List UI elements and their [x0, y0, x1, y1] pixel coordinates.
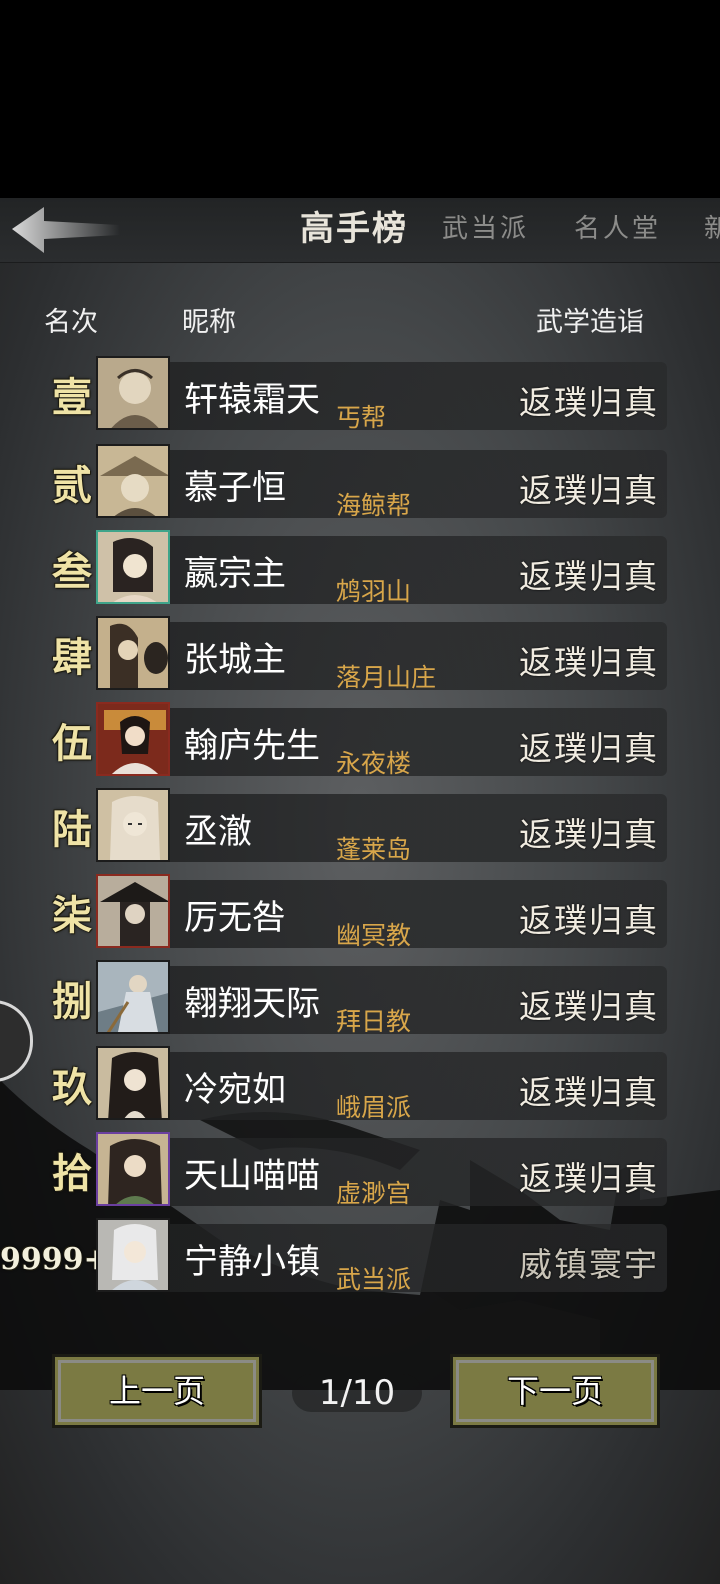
- martial-level: 返璞归真: [519, 471, 659, 510]
- player-name: 轩辕霜天: [184, 380, 320, 420]
- player-name: 慕子恒: [184, 468, 286, 508]
- player-name: 嬴宗主: [184, 554, 286, 594]
- player-sect: 丐帮: [336, 403, 387, 432]
- ranking-row[interactable]: 柒 厉无咎 幽冥教 返璞归真: [44, 874, 667, 950]
- rank-number: 陆: [52, 806, 92, 853]
- player-avatar[interactable]: [96, 874, 170, 948]
- rank-number: 捌: [52, 978, 92, 1025]
- rank-number: 玖: [52, 1064, 92, 1111]
- self-avatar[interactable]: [96, 1218, 170, 1292]
- player-sect: 落月山庄: [336, 663, 437, 692]
- rank-number: 伍: [52, 720, 92, 767]
- player-sect: 拜日教: [336, 1007, 412, 1036]
- prev-page-button[interactable]: 上一页: [52, 1354, 262, 1428]
- player-name: 冷宛如: [184, 1070, 286, 1110]
- ranking-row[interactable]: 肆 张城主 落月山庄 返璞归真: [44, 616, 667, 692]
- player-avatar[interactable]: [96, 616, 170, 690]
- player-name: 张城主: [184, 640, 286, 680]
- rank-number: 柒: [52, 892, 92, 939]
- tab-hall-of-fame[interactable]: 名人堂: [574, 206, 661, 252]
- player-avatar[interactable]: [96, 1046, 170, 1120]
- player-name: 翱翔天际: [184, 984, 320, 1024]
- ranking-row[interactable]: 叁 嬴宗主 鸩羽山 返璞归真: [44, 530, 667, 606]
- self-sect: 武当派: [336, 1265, 412, 1294]
- martial-level: 返璞归真: [519, 1159, 659, 1198]
- player-sect: 海鲸帮: [336, 491, 412, 520]
- self-ranking-row[interactable]: 9999+ 宁静小镇 武当派 威镇寰宇: [0, 1218, 667, 1294]
- column-nickname-header: 昵称: [182, 307, 236, 338]
- player-name: 翰庐先生: [184, 726, 320, 766]
- player-name: 厉无咎: [184, 898, 286, 938]
- player-avatar[interactable]: [96, 702, 170, 776]
- martial-level: 返璞归真: [519, 901, 659, 940]
- ranking-row[interactable]: 贰 慕子恒 海鲸帮 返璞归真: [44, 444, 667, 520]
- player-sect: 鸩羽山: [336, 577, 412, 606]
- next-page-button[interactable]: 下一页: [450, 1354, 660, 1428]
- self-name: 宁静小镇: [184, 1242, 320, 1282]
- martial-level: 返璞归真: [519, 557, 659, 596]
- tab-new[interactable]: 新: [704, 206, 720, 252]
- player-avatar[interactable]: [96, 1132, 170, 1206]
- player-avatar[interactable]: [96, 960, 170, 1034]
- page-indicator: 1/10: [292, 1374, 422, 1412]
- self-rank-number: 9999+: [0, 1242, 109, 1277]
- rank-number: 叁: [52, 548, 92, 595]
- self-martial-level: 威镇寰宇: [519, 1245, 659, 1284]
- tab-wudang[interactable]: 武当派: [442, 206, 529, 252]
- player-sect: 峨眉派: [336, 1093, 412, 1122]
- martial-level: 返璞归真: [519, 643, 659, 682]
- martial-level: 返璞归真: [519, 729, 659, 768]
- rank-number: 肆: [52, 634, 92, 681]
- martial-level: 返璞归真: [519, 383, 659, 422]
- player-avatar[interactable]: [96, 788, 170, 862]
- martial-level: 返璞归真: [519, 987, 659, 1026]
- player-name: 丞澈: [184, 812, 252, 852]
- ranking-row[interactable]: 壹 轩辕霜天 丐帮 返璞归真: [44, 356, 667, 432]
- column-level-header: 武学造诣: [536, 307, 644, 338]
- ranking-row[interactable]: 陆 丞澈 蓬莱岛 返璞归真: [44, 788, 667, 864]
- rank-number: 拾: [52, 1150, 92, 1197]
- player-sect: 蓬莱岛: [336, 835, 412, 864]
- martial-level: 返璞归真: [519, 1073, 659, 1112]
- player-avatar[interactable]: [96, 444, 170, 518]
- player-sect: 幽冥教: [336, 921, 412, 950]
- player-sect: 永夜楼: [336, 749, 412, 778]
- ranking-row[interactable]: 伍 翰庐先生 永夜楼 返璞归真: [44, 702, 667, 778]
- player-sect: 虚渺宫: [336, 1179, 412, 1208]
- back-arrow-icon[interactable]: [8, 205, 128, 257]
- ranking-row[interactable]: 捌 翱翔天际 拜日教 返璞归真: [44, 960, 667, 1036]
- tab-master-ranking[interactable]: 高手榜: [300, 206, 408, 252]
- rank-number: 贰: [52, 462, 92, 509]
- column-rank-header: 名次: [44, 307, 98, 338]
- ranking-row[interactable]: 玖 冷宛如 峨眉派 返璞归真: [44, 1046, 667, 1122]
- player-avatar[interactable]: [96, 530, 170, 604]
- ranking-row[interactable]: 拾 天山喵喵 虚渺宫 返璞归真: [44, 1132, 667, 1208]
- martial-level: 返璞归真: [519, 815, 659, 854]
- rank-number: 壹: [52, 374, 92, 421]
- player-name: 天山喵喵: [184, 1156, 320, 1196]
- player-avatar[interactable]: [96, 356, 170, 430]
